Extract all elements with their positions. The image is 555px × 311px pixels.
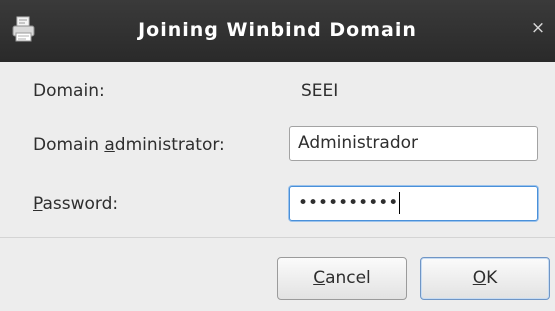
window-title: Joining Winbind Domain (138, 19, 417, 41)
close-icon[interactable]: × (529, 19, 547, 37)
password-label-mnemonic: P (33, 194, 43, 214)
password-label: Password: (33, 193, 118, 215)
password-label-post: assword: (42, 194, 119, 214)
admin-input[interactable]: Administrador (289, 126, 538, 161)
dialog-window: Joining Winbind Domain × Domain: SEEI Do… (0, 0, 555, 311)
ok-mnemonic: O (472, 268, 487, 288)
button-area: Cancel OK (0, 238, 555, 311)
admin-label: Domain administrator: (33, 134, 225, 156)
admin-label-mnemonic: a (104, 135, 115, 155)
domain-label: Domain: (33, 81, 105, 101)
admin-label-post: dministrator: (114, 135, 225, 155)
cancel-mnemonic: C (313, 268, 326, 288)
domain-value: SEEI (301, 81, 339, 101)
ok-button[interactable]: OK (420, 257, 550, 300)
cancel-button[interactable]: Cancel (277, 257, 407, 300)
text-cursor (399, 192, 401, 214)
password-masked-text: •••••••••• (298, 193, 399, 213)
title-bar[interactable]: Joining Winbind Domain × (0, 0, 555, 62)
admin-label-pre: Domain (33, 135, 105, 155)
ok-label-rest: K (486, 268, 498, 288)
password-input[interactable]: •••••••••• (289, 186, 538, 221)
cancel-label-rest: ancel (325, 268, 371, 288)
form-area: Domain: SEEI Domain administrator: Admin… (0, 62, 555, 237)
